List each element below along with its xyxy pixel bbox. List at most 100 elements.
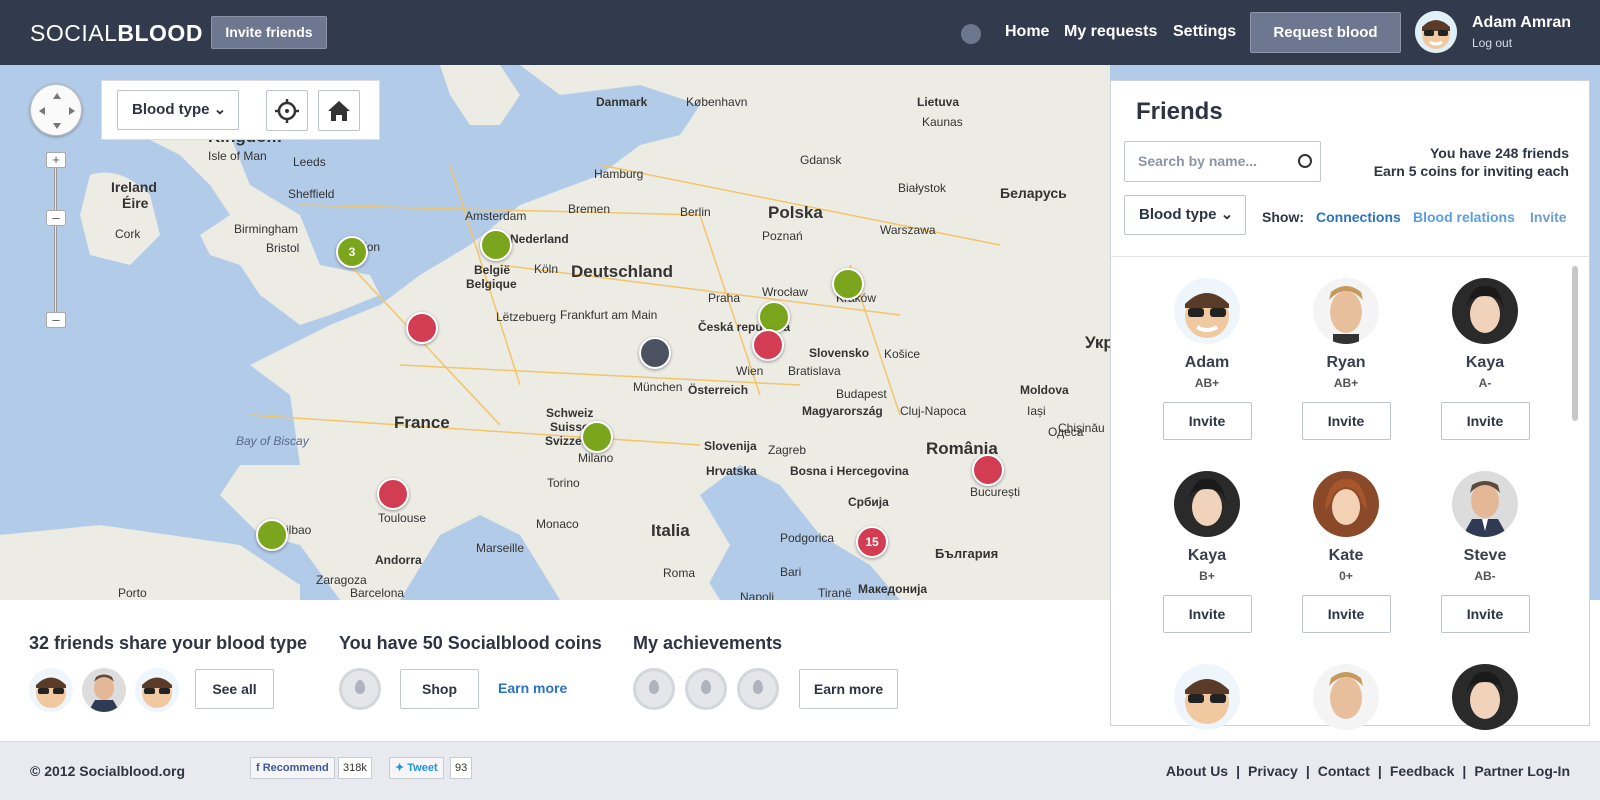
avatar[interactable]	[82, 668, 126, 712]
invite-button[interactable]: Invite	[1440, 595, 1530, 633]
avatar	[1452, 278, 1518, 344]
coins-title: You have 50 Socialblood coins	[339, 633, 602, 653]
achievement-badge-icon[interactable]	[685, 668, 727, 710]
friend-name: Kaya	[1187, 547, 1227, 564]
map-label: Andorra	[375, 553, 422, 567]
friend-card: Adam AB+ Invite	[1147, 278, 1267, 440]
map-pin-friend[interactable]	[256, 519, 288, 551]
map-label: Napoli	[740, 590, 775, 600]
map-pin-blood-request[interactable]	[377, 478, 409, 510]
avatar	[1174, 278, 1240, 344]
avatar[interactable]	[135, 668, 179, 712]
zoom-handle[interactable]: –	[46, 210, 66, 226]
map-pin-blood-request[interactable]	[752, 329, 784, 361]
twitter-icon: ✦	[395, 762, 408, 774]
nav-home[interactable]: Home	[1005, 23, 1049, 41]
user-name: Adam Amran	[1472, 14, 1571, 31]
friend-blood-type: 0+	[1339, 569, 1353, 583]
request-blood-button[interactable]: Request blood	[1250, 12, 1401, 53]
home-button[interactable]	[318, 90, 360, 131]
footer-link-privacy[interactable]: Privacy	[1248, 763, 1298, 779]
footer-link-feedback[interactable]: Feedback	[1390, 763, 1455, 779]
zoom-in-button[interactable]: +	[46, 152, 66, 168]
nav-settings[interactable]: Settings	[1173, 23, 1236, 41]
avatar	[1452, 664, 1518, 730]
map-label: Hamburg	[594, 167, 644, 181]
map-label: Србија	[848, 495, 889, 509]
chevron-down-icon: ⌄	[1220, 206, 1234, 223]
map-pin-friend[interactable]	[480, 229, 512, 261]
map-pin-blood-request[interactable]	[406, 312, 438, 344]
invite-button[interactable]: Invite	[1440, 402, 1530, 440]
scrollbar[interactable]	[1572, 266, 1578, 421]
map-label: Schweiz	[546, 406, 594, 420]
footer-link-partner-login[interactable]: Partner Log-In	[1474, 763, 1570, 779]
map-label: Lietuva	[917, 95, 960, 109]
map-label: Köln	[534, 262, 559, 276]
avatar	[1313, 278, 1379, 344]
invite-button[interactable]: Invite	[1301, 595, 1391, 633]
tweet-button[interactable]: ✦ Tweet	[389, 757, 444, 779]
invite-friends-button[interactable]: Invite friends	[211, 16, 327, 49]
map-pin-friend[interactable]	[581, 421, 613, 453]
avatar	[1174, 664, 1240, 730]
friend-blood-type: A-	[1478, 376, 1492, 390]
friends-blood-type-select[interactable]: Blood type ⌄	[1124, 195, 1246, 235]
achievements-title: My achievements	[633, 633, 783, 653]
see-all-button[interactable]: See all	[195, 669, 274, 709]
map-pin-cluster[interactable]: 15	[856, 526, 888, 558]
zoom-slider[interactable]	[54, 158, 57, 320]
filter-blood-relations[interactable]: Blood relations	[1413, 209, 1515, 225]
locate-button[interactable]	[266, 90, 308, 131]
logo[interactable]: SOCIALBLOOD	[30, 20, 203, 47]
map-blood-type-select[interactable]: Blood type ⌄	[117, 90, 239, 130]
footer-link-about[interactable]: About Us	[1166, 763, 1228, 779]
invite-button[interactable]: Invite	[1301, 402, 1391, 440]
map-label: Wien	[736, 364, 764, 378]
globe-icon[interactable]	[961, 24, 981, 44]
tweet-count: 93	[450, 757, 473, 779]
avatar[interactable]	[1415, 11, 1457, 53]
friend-name: Kaya	[1465, 354, 1505, 371]
friends-info: You have 248 friends Earn 5 coins for in…	[1373, 145, 1569, 179]
earn-more-button[interactable]: Earn more	[799, 669, 898, 709]
earn-more-link[interactable]: Earn more	[498, 680, 567, 696]
map-label: København	[686, 95, 748, 109]
filter-invite[interactable]: Invite	[1530, 209, 1567, 225]
facebook-recommend-button[interactable]: f Recommend	[250, 757, 335, 779]
map-pin-home[interactable]	[758, 301, 790, 333]
map-label: Sheffield	[288, 187, 335, 201]
search-input[interactable]: Search by name...	[1124, 141, 1321, 182]
achievement-badge-icon[interactable]	[737, 668, 779, 710]
friend-card	[1286, 664, 1406, 730]
footer-link-contact[interactable]: Contact	[1318, 763, 1370, 779]
logout-link[interactable]: Log out	[1472, 36, 1512, 50]
map-label: Tiranë	[818, 586, 852, 600]
map-label: Warszawa	[880, 223, 936, 237]
map-pin-cluster[interactable]: 3	[336, 236, 368, 268]
map-label: Iași	[1027, 404, 1046, 418]
avatar[interactable]	[29, 668, 73, 712]
map-pin-friend[interactable]	[832, 268, 864, 300]
map-label: Praha	[708, 291, 741, 305]
map-pan-control[interactable]	[30, 84, 82, 136]
map-pin-my-location[interactable]	[639, 337, 671, 369]
shop-button[interactable]: Shop	[400, 669, 479, 709]
zoom-out-button[interactable]: –	[46, 312, 66, 328]
filter-connections[interactable]: Connections	[1316, 209, 1401, 225]
achievement-badge-icon[interactable]	[633, 668, 675, 710]
invite-button[interactable]: Invite	[1162, 595, 1252, 633]
friend-blood-type: AB-	[1474, 569, 1496, 583]
search-icon[interactable]	[1298, 154, 1312, 168]
map-country-label: France	[394, 413, 450, 432]
map-label: Poznań	[762, 229, 803, 243]
map-label: Lëtzebuerg	[496, 310, 557, 324]
nav-my-requests[interactable]: My requests	[1064, 23, 1157, 41]
invite-button[interactable]: Invite	[1162, 402, 1252, 440]
chevron-down-icon: ⌄	[213, 101, 227, 118]
map-label: Slovenija	[704, 439, 757, 453]
map-label: Nederland	[510, 232, 569, 246]
map-label: Toulouse	[378, 511, 427, 525]
friend-card	[1425, 664, 1545, 730]
map-pin-blood-request[interactable]	[972, 454, 1004, 486]
